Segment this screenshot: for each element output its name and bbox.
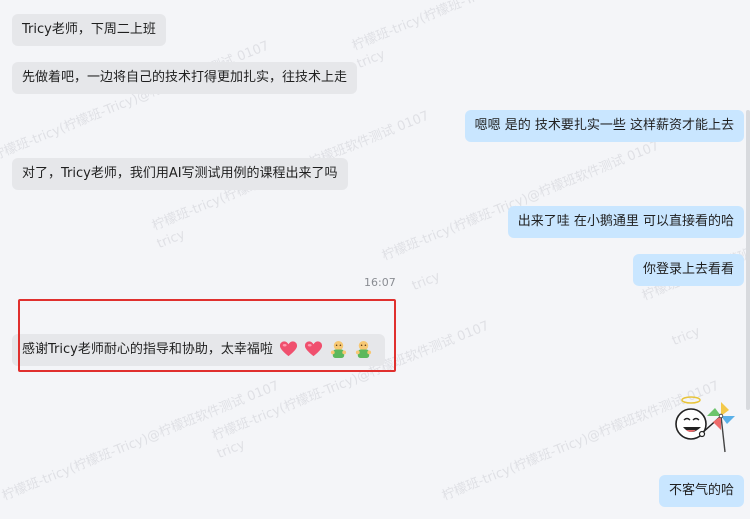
message-bubble-outgoing[interactable]: 嗯嗯 是的 技术要扎实一些 这样薪资才能上去 (464, 110, 744, 142)
message-bubble-outgoing[interactable]: 出来了哇 在小鹅通里 可以直接看的哈 (507, 206, 744, 238)
watermark: tricy (215, 437, 248, 462)
message-timestamp: 16:07 (364, 276, 396, 289)
scrollbar[interactable] (746, 110, 750, 410)
message-bubble-incoming[interactable]: 对了，Tricy老师，我们用AI写测试用例的课程出来了吗 (12, 158, 348, 190)
message-bubble-incoming[interactable]: Tricy老师，下周二上班 (12, 14, 166, 46)
highlight-box (18, 299, 396, 372)
message-bubble-incoming[interactable]: 先做着吧，一边将自己的技术打得更加扎实，往技术上走 (12, 62, 358, 94)
watermark: tricy (410, 269, 443, 294)
watermark: 柠檬班-tricy(柠檬班-Tricy)@柠檬班软件测试 0107 (350, 0, 632, 55)
watermark: tricy (355, 47, 388, 72)
watermark: 柠檬班-tricy(柠檬班-Tricy)@柠檬班软件测试 0107 (0, 378, 282, 504)
message-bubble-outgoing[interactable]: 不客气的哈 (658, 475, 744, 507)
chat-area[interactable]: 柠檬班-tricy(柠檬班-Tricy)@柠檬班软件测试 0107 tricy … (0, 0, 750, 519)
watermark: tricy (155, 227, 188, 252)
watermark: 柠檬班-tricy(柠檬班-Tricy)@柠檬班软件测试 0107 (380, 138, 662, 264)
watermark: tricy (670, 324, 703, 349)
pinwheel-smiley-sticker[interactable] (665, 390, 745, 460)
watermark: 柠檬班-tricy(柠檬班-Tricy)@柠檬班软件测试 0107 (0, 38, 272, 164)
message-bubble-outgoing[interactable]: 你登录上去看看 (632, 254, 744, 286)
